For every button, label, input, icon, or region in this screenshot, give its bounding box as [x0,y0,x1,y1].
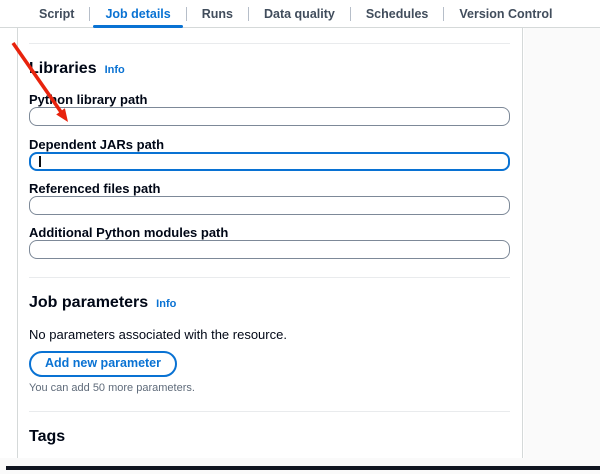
libraries-heading: Libraries Info [29,60,510,79]
tab-version-control[interactable]: Version Control [444,0,567,27]
tab-label: Job details [105,6,171,21]
add-new-parameter-button[interactable]: Add new parameter [29,350,178,377]
tab-label: Runs [201,6,233,21]
job-parameters-heading: Job parameters Info [29,294,510,313]
section-divider [29,410,510,412]
tab-job-details[interactable]: Job details [90,0,185,28]
job-details-panel: Libraries Info Python library path Depen… [17,28,523,458]
python-library-path-input[interactable] [29,107,510,127]
tags-heading-text: Tags [29,427,66,445]
tab-bar: Script Job details Runs Data quality Sch… [0,0,600,28]
tags-section: Tags No tags associated with the resourc… [29,428,510,458]
job-parameters-info-link[interactable]: Info [156,295,176,313]
tab-schedules[interactable]: Schedules [351,0,444,27]
tab-label: Version Control [459,6,553,21]
tab-data-quality[interactable]: Data quality [249,0,350,27]
job-parameters-hint-text: You can add 50 more parameters. [29,381,195,394]
window-bottom-edge [6,466,600,470]
tab-label: Data quality [263,6,335,21]
dependent-jars-path-label: Dependent JARs path [29,137,165,153]
libraries-info-link[interactable]: Info [105,61,125,79]
libraries-heading-text: Libraries [29,60,97,77]
referenced-files-path-label: Referenced files path [29,181,161,197]
libraries-section: Libraries Info Python library path Depen… [29,60,510,260]
right-side-panel [524,28,600,458]
section-divider [29,43,510,44]
job-parameters-heading-text: Job parameters [29,294,149,312]
section-divider [29,277,510,279]
tab-runs[interactable]: Runs [187,0,248,27]
tab-label: Script [39,6,75,21]
tab-label: Schedules [365,6,429,21]
job-parameters-section: Job parameters Info No parameters associ… [29,294,510,394]
additional-python-modules-path-input[interactable] [29,240,510,260]
python-library-path-label: Python library path [29,92,148,108]
text-cursor [39,156,41,168]
dependent-jars-path-input[interactable] [29,152,510,172]
bottom-strip [0,458,600,474]
tab-script[interactable]: Script [24,0,89,27]
tags-heading: Tags [29,428,510,446]
additional-python-modules-path-label: Additional Python modules path [29,225,229,241]
referenced-files-path-input[interactable] [29,196,510,216]
job-parameters-empty-text: No parameters associated with the resour… [29,326,287,342]
